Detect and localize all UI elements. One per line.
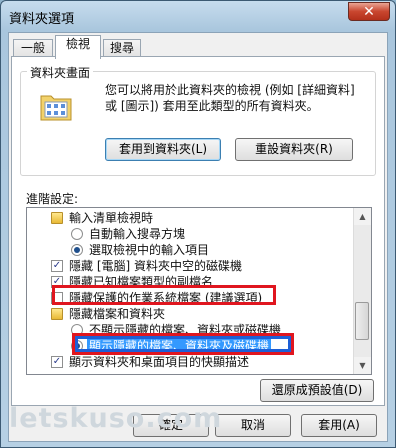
restore-defaults-button[interactable]: 還原成預設值(D) [260,379,374,402]
blue-highlight-box [75,336,291,352]
list-item-label: 隱藏檔案和資料夾 [69,307,166,321]
apply-to-folders-button[interactable]: 套用到資料夾(L) [105,138,221,161]
tab-view[interactable]: 檢視 [55,35,101,59]
list-scrollbar[interactable]: ▲ ▼ [353,208,371,374]
cancel-button[interactable]: 取消 [215,414,291,437]
title-bar[interactable]: 資料夾選項 ✕ [1,1,395,31]
watermark-text: letskuso.com [9,403,223,434]
checkbox[interactable]: ✓ [51,356,63,368]
radio-button[interactable] [71,228,83,240]
list-item-label: 自動輸入搜尋方塊 [89,227,186,241]
folder-icon [51,212,63,224]
scroll-down-arrow-icon[interactable]: ▼ [354,357,371,374]
folder-view-group-label: 資料夾畫面 [27,64,94,81]
radio-button[interactable] [71,244,83,256]
folder-icon [51,308,63,320]
dialog-body: 一般 檢視 搜尋 資料夾畫面 您可以將用於此資料夾的檢視 (例如 [詳細資料] … [8,32,388,442]
tab-search[interactable]: 搜尋 [103,39,141,57]
list-item-label: 選取檢視中的輸入項目 [89,243,210,257]
folder-view-icon [40,95,72,121]
folder-view-description: 您可以將用於此資料夾的檢視 (例如 [詳細資料] 或 [圖示]) 套用至此類型的… [105,83,355,113]
red-highlight-box [52,285,276,305]
close-button[interactable]: ✕ [348,2,390,21]
reset-folders-button[interactable]: 重設資料夾(R) [235,138,353,161]
scroll-up-arrow-icon[interactable]: ▲ [354,208,371,225]
tab-general[interactable]: 一般 [13,39,53,57]
view-tab-panel: 資料夾畫面 您可以將用於此資料夾的檢視 (例如 [詳細資料] 或 [圖示]) 套… [11,56,385,406]
advanced-settings-label: 進階設定: [26,192,79,206]
list-item-label: 顯示資料夾和桌面項目的快顯描述 [69,355,250,369]
window-title: 資料夾選項 [9,12,75,27]
scrollbar-thumb[interactable] [355,302,369,340]
checkbox[interactable]: ✓ [51,260,63,272]
apply-button[interactable]: 套用(A) [301,414,377,437]
folder-options-window: 資料夾選項 ✕ 一般 檢視 搜尋 資料夾畫面 您可以將用於此資料夾的檢視 (例如… [0,0,396,448]
folder-view-group: 資料夾畫面 您可以將用於此資料夾的檢視 (例如 [詳細資料] 或 [圖示]) 套… [20,64,376,176]
list-item-label: 隱藏 [電腦] 資料夾中空的磁碟機 [69,259,242,273]
list-item-label: 輸入清單檢視時 [69,211,154,225]
